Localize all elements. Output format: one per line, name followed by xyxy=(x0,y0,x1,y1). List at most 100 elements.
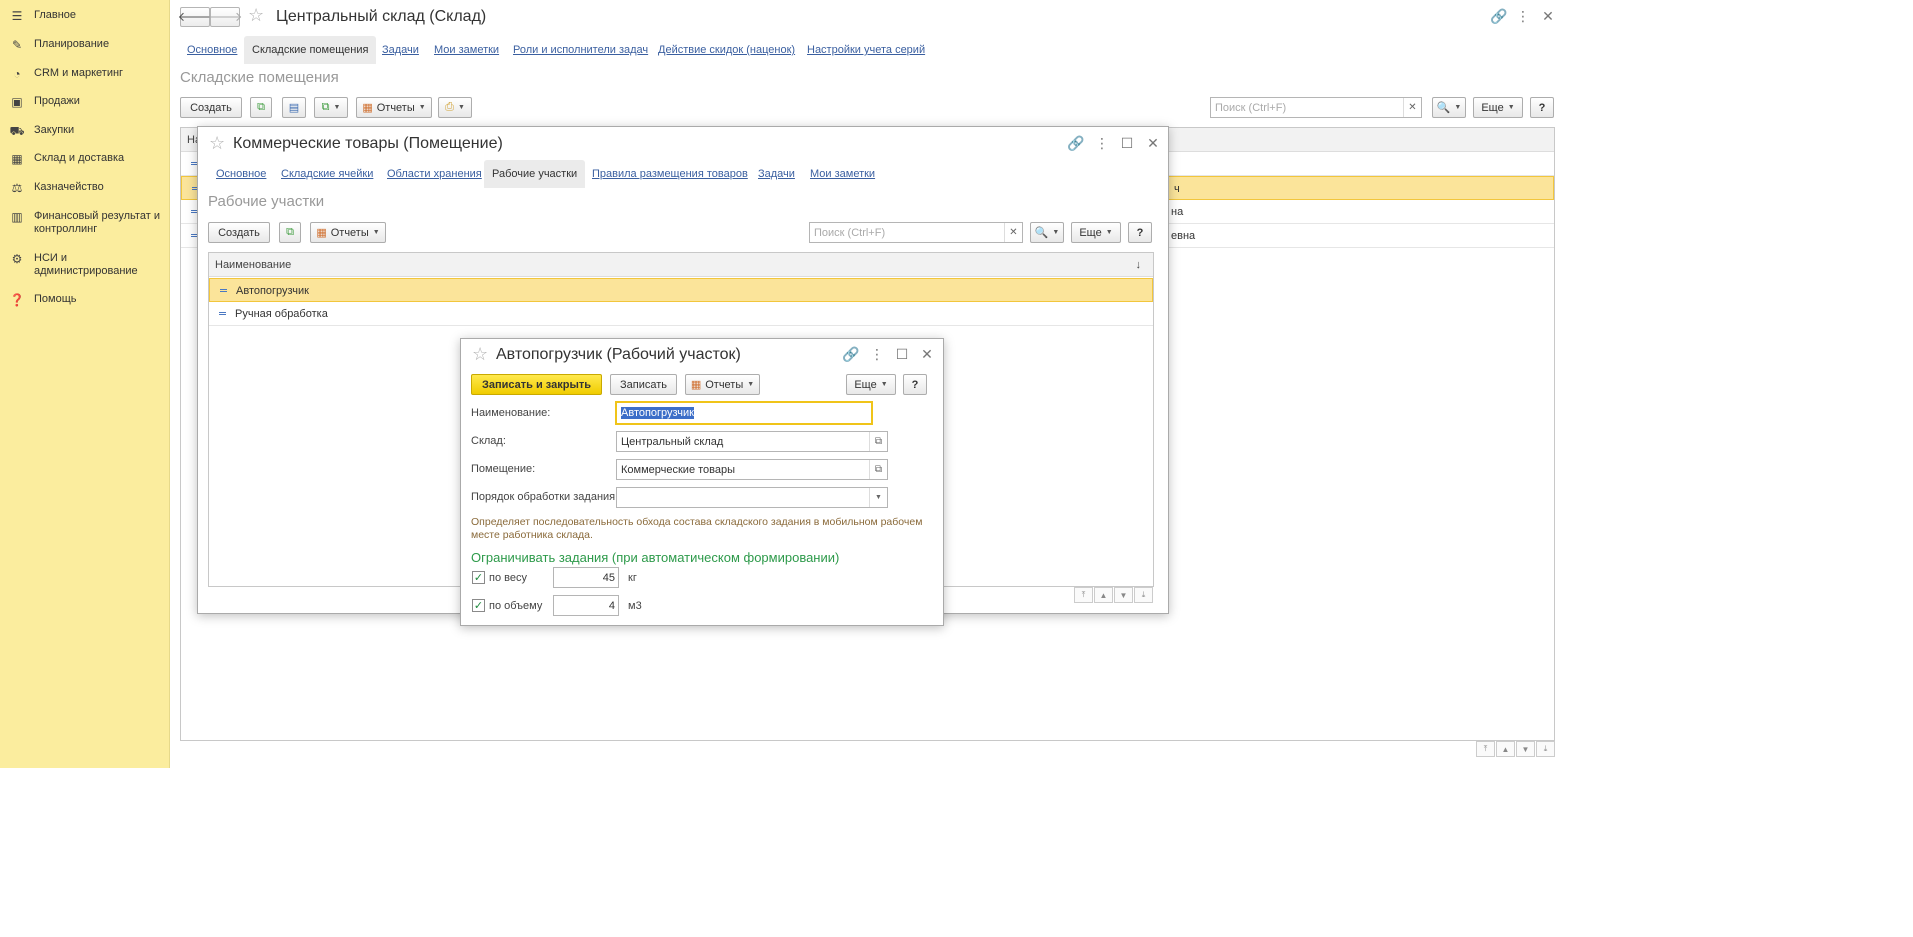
chart-icon: ▥ xyxy=(11,209,23,224)
help-button[interactable]: ? xyxy=(1530,97,1554,118)
save-and-close-button[interactable]: Записать и закрыть xyxy=(471,374,602,395)
tab-tasks[interactable]: Задачи xyxy=(374,36,427,64)
tab-notes[interactable]: Мои заметки xyxy=(426,36,507,64)
sidebar-item-label: Склад и доставка xyxy=(34,152,125,164)
tab-tasks[interactable]: Задачи xyxy=(750,160,803,188)
tab-series-settings[interactable]: Настройки учета серий xyxy=(799,36,933,64)
sidebar-item-crm[interactable]: ◔ CRM и маркетинг xyxy=(0,67,170,81)
search-placeholder: Поиск (Ctrl+F) xyxy=(814,226,886,239)
name-field[interactable]: Автопогрузчик xyxy=(615,401,873,425)
close-icon[interactable]: ✕ xyxy=(1144,134,1162,152)
search-input[interactable]: Поиск (Ctrl+F) ✕ xyxy=(1210,97,1422,118)
tab-roles[interactable]: Роли и исполнители задач xyxy=(505,36,656,64)
tab-main[interactable]: Основное xyxy=(179,36,245,64)
more-vertical-icon[interactable]: ⋮ xyxy=(1514,7,1532,25)
tab-discounts[interactable]: Действие скидок (наценок) xyxy=(650,36,803,64)
sidebar-item-admin[interactable]: ⚙ НСИ и администрирование xyxy=(0,252,170,278)
more-button[interactable]: Еще ▼ xyxy=(1473,97,1523,118)
scroll-bottom-icon[interactable]: ⤓ xyxy=(1134,587,1153,603)
help-button[interactable]: ? xyxy=(903,374,927,395)
search-input[interactable]: Поиск (Ctrl+F) ✕ xyxy=(809,222,1023,243)
tab-main[interactable]: Основное xyxy=(208,160,274,188)
favorite-star-icon[interactable]: ☆ xyxy=(472,344,488,365)
tab-placement-rules[interactable]: Правила размещения товаров xyxy=(584,160,756,188)
scroll-down-icon[interactable]: ▼ xyxy=(1114,587,1133,603)
volume-limit-input[interactable]: 4 xyxy=(553,595,619,616)
reports-button[interactable]: ▦ Отчеты ▼ xyxy=(356,97,432,118)
tab-notes[interactable]: Мои заметки xyxy=(802,160,883,188)
clear-icon[interactable]: ✕ xyxy=(1004,223,1022,242)
menu-icon: ☰ xyxy=(11,8,23,23)
create-button[interactable]: Создать xyxy=(180,97,242,118)
room-field-value: Коммерческие товары xyxy=(621,463,736,476)
more-vertical-icon[interactable]: ⋮ xyxy=(1093,134,1111,152)
sidebar-item-treasury[interactable]: ⚖ Казначейство xyxy=(0,181,170,195)
sidebar-item-planning[interactable]: ✎ Планирование xyxy=(0,38,170,52)
scroll-top-icon[interactable]: ⤒ xyxy=(1074,587,1093,603)
clear-icon[interactable]: ✕ xyxy=(1403,98,1421,117)
table-row[interactable]: Автопогрузчик xyxy=(209,278,1153,302)
search-button[interactable]: 🔍 ▼ xyxy=(1030,222,1064,243)
tab-work-areas[interactable]: Рабочие участки xyxy=(484,160,586,188)
sidebar-item-purchases[interactable]: ⛟ Закупки xyxy=(0,124,170,138)
open-icon[interactable]: ⧉ xyxy=(869,460,887,479)
scroll-down-icon[interactable]: ▼ xyxy=(1516,741,1535,757)
link-icon[interactable]: 🔗 xyxy=(1067,134,1085,152)
tab-storage-areas[interactable]: Области хранения xyxy=(379,160,490,188)
volume-limit-checkbox[interactable]: ✓ xyxy=(472,599,485,612)
processing-order-select[interactable]: ▼ xyxy=(616,487,888,508)
weight-limit-input[interactable]: 45 xyxy=(553,567,619,588)
sidebar-item-main[interactable]: ☰ Главное xyxy=(0,9,170,23)
sidebar-item-help[interactable]: ❓ Помощь xyxy=(0,293,170,307)
link-icon[interactable]: 🔗 xyxy=(842,345,860,363)
create-button[interactable]: Создать xyxy=(208,222,270,243)
search-button[interactable]: 🔍 ▼ xyxy=(1432,97,1466,118)
maximize-icon[interactable]: ☐ xyxy=(893,345,911,363)
favorite-star-icon[interactable]: ☆ xyxy=(248,5,264,26)
volume-unit: м3 xyxy=(628,600,642,612)
name-label: Наименование: xyxy=(471,407,551,419)
weight-limit-checkbox[interactable]: ✓ xyxy=(472,571,485,584)
sidebar-item-finance[interactable]: ▥ Финансовый результат и контроллинг xyxy=(0,210,170,236)
help-button[interactable]: ? xyxy=(1128,222,1152,243)
room-field[interactable]: Коммерческие товары ⧉ xyxy=(616,459,888,480)
table-row[interactable]: Ручная обработка xyxy=(209,302,1153,326)
reports-button[interactable]: ▦ Отчеты ▼ xyxy=(310,222,386,243)
copy-button[interactable]: ⧉ xyxy=(250,97,272,118)
close-icon[interactable]: ✕ xyxy=(1539,7,1557,25)
chevron-down-icon[interactable]: ▼ xyxy=(869,488,887,507)
table-header[interactable]: Наименование ↓ xyxy=(209,253,1153,277)
copy-button[interactable]: ⧉ xyxy=(279,222,301,243)
warehouse-label: Склад: xyxy=(471,435,506,447)
warehouse-icon: ▦ xyxy=(11,151,23,166)
chevron-down-icon: ▼ xyxy=(418,104,426,111)
tab-rooms[interactable]: Складские помещения xyxy=(244,36,377,64)
warehouse-field[interactable]: Центральный склад ⧉ xyxy=(616,431,888,452)
maximize-icon[interactable]: ☐ xyxy=(1118,134,1136,152)
scroll-up-icon[interactable]: ▲ xyxy=(1496,741,1515,757)
work-area-window: ☆ Автопогрузчик (Рабочий участок) 🔗 ⋮ ☐ … xyxy=(460,338,944,626)
sidebar-item-sales[interactable]: ▣ Продажи xyxy=(0,95,170,109)
more-button[interactable]: Еще ▼ xyxy=(1071,222,1121,243)
create-based-icon: ⧉ xyxy=(321,101,330,113)
create-based-on-button[interactable]: ⧉ ▼ xyxy=(314,97,348,118)
favorite-star-icon[interactable]: ☆ xyxy=(209,133,225,154)
save-button[interactable]: Записать xyxy=(610,374,677,395)
row-label: Автопогрузчик xyxy=(236,285,309,297)
forward-button[interactable]: 🡒 xyxy=(208,7,242,27)
more-vertical-icon[interactable]: ⋮ xyxy=(868,345,886,363)
print-button[interactable]: ⎙ ▼ xyxy=(438,97,472,118)
more-button[interactable]: Еще ▼ xyxy=(846,374,896,395)
reports-button[interactable]: ▦ Отчеты ▼ xyxy=(685,374,760,395)
list-button[interactable]: ▤ xyxy=(282,97,306,118)
sidebar-item-warehouse[interactable]: ▦ Склад и доставка xyxy=(0,152,170,166)
tab-cells[interactable]: Складские ячейки xyxy=(273,160,381,188)
scroll-up-icon[interactable]: ▲ xyxy=(1094,587,1113,603)
scroll-top-icon[interactable]: ⤒ xyxy=(1476,741,1495,757)
warehouse-field-value: Центральный склад xyxy=(621,435,724,448)
close-icon[interactable]: ✕ xyxy=(918,345,936,363)
back-button[interactable]: 🡐 xyxy=(178,7,212,27)
link-icon[interactable]: 🔗 xyxy=(1490,7,1508,25)
open-icon[interactable]: ⧉ xyxy=(869,432,887,451)
scroll-bottom-icon[interactable]: ⤓ xyxy=(1536,741,1555,757)
